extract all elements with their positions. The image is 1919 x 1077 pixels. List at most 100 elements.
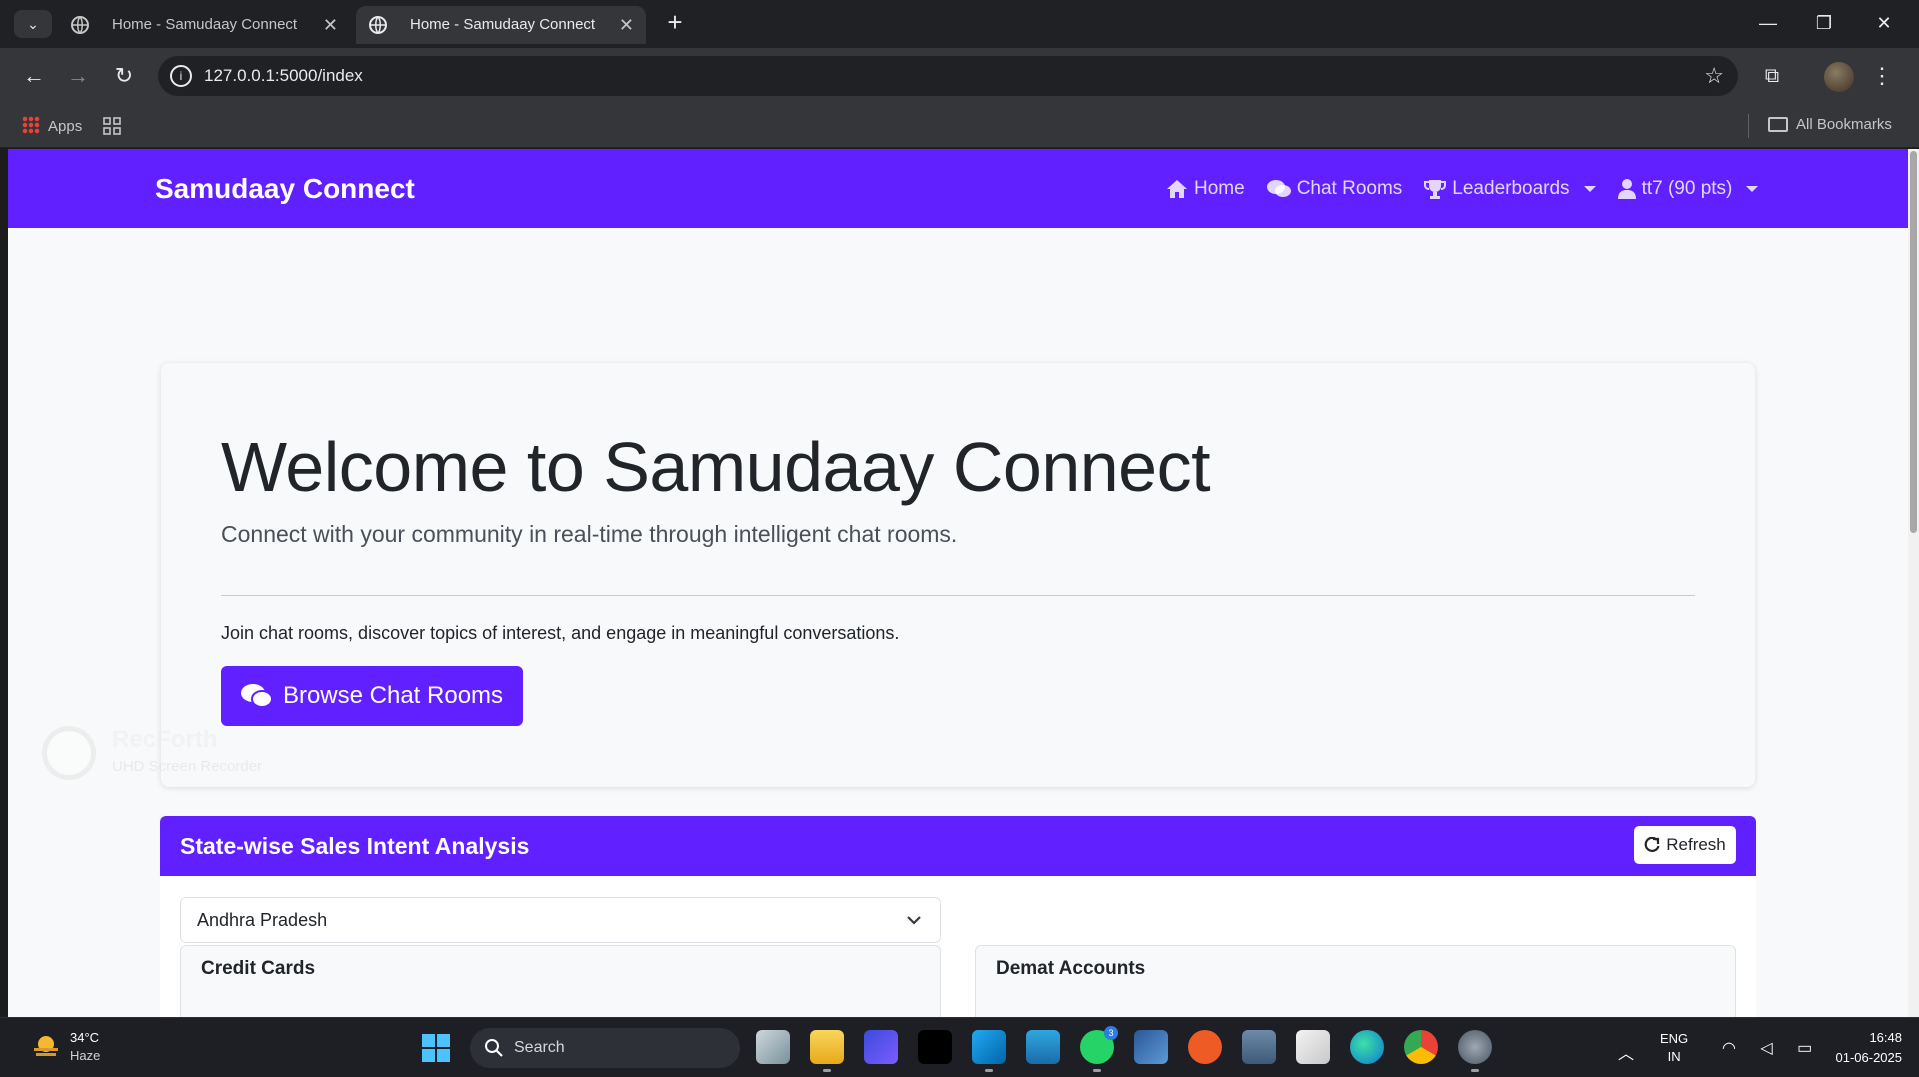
edge-icon[interactable] bbox=[1350, 1030, 1384, 1064]
camera-icon bbox=[42, 726, 96, 780]
weather-condition: Haze bbox=[70, 1048, 101, 1063]
screen-recorder-icon[interactable] bbox=[1458, 1030, 1492, 1072]
comments-icon bbox=[1266, 179, 1291, 197]
refresh-button[interactable]: Refresh bbox=[1634, 826, 1736, 864]
globe-icon bbox=[71, 16, 89, 34]
screen: ⌄ Home - Samudaay Connect ✕ Home - Samud… bbox=[0, 0, 1919, 1077]
sales-card-header: State-wise Sales Intent Analysis Refresh bbox=[160, 816, 1756, 876]
window-close-button[interactable]: ✕ bbox=[1856, 6, 1912, 40]
file-explorer-icon[interactable] bbox=[810, 1030, 844, 1072]
bookmark-apps[interactable]: Apps bbox=[22, 116, 82, 135]
extensions-puzzle-icon[interactable]: ⧉ bbox=[1756, 60, 1788, 92]
credit-cards-header: Credit Cards bbox=[201, 958, 316, 979]
trophy-icon bbox=[1424, 179, 1447, 199]
chrome-icon[interactable] bbox=[1404, 1030, 1438, 1064]
browser-tab-strip: ⌄ Home - Samudaay Connect ✕ Home - Samud… bbox=[0, 0, 1919, 48]
weather-temp: 34°C bbox=[70, 1030, 100, 1045]
nav-user-label: tt7 (90 pts) bbox=[1641, 177, 1733, 199]
notepad-icon[interactable] bbox=[1026, 1030, 1060, 1064]
weather-widget[interactable]: 34°C Haze bbox=[28, 1028, 118, 1068]
tab-title: Home - Samudaay Connect bbox=[410, 16, 596, 33]
app-navbar: Samudaay Connect Home Chat Rooms Leaderb… bbox=[8, 149, 1908, 228]
address-bar[interactable]: i 127.0.0.1:5000/index ☆ bbox=[158, 56, 1738, 96]
brand-logo-text[interactable]: Samudaay Connect bbox=[155, 149, 415, 228]
tab-search-menu-button[interactable]: ⌄ bbox=[14, 10, 52, 38]
browser-tab-1[interactable]: Home - Samudaay Connect ✕ bbox=[58, 6, 350, 44]
home-icon bbox=[1167, 179, 1187, 198]
sales-card-title: State-wise Sales Intent Analysis bbox=[180, 833, 530, 859]
language-indicator[interactable]: ENG IN bbox=[1660, 1030, 1688, 1066]
nav-leaderboards-dropdown[interactable]: Leaderboards bbox=[1424, 177, 1596, 200]
back-arrow-icon[interactable]: ← bbox=[18, 60, 50, 92]
recorder-watermark: RecForth UHD Screen Recorder bbox=[34, 722, 274, 782]
more-menu-icon[interactable]: ⋮ bbox=[1870, 60, 1894, 92]
url-text: 127.0.0.1:5000/index bbox=[204, 66, 363, 85]
vscode-icon[interactable] bbox=[972, 1030, 1006, 1072]
nav-home-label: Home bbox=[1194, 177, 1245, 199]
browser-tab-2[interactable]: Home - Samudaay Connect ✕ bbox=[356, 6, 646, 44]
caret-down-icon bbox=[1583, 185, 1596, 192]
user-icon bbox=[1617, 178, 1636, 199]
caret-down-icon bbox=[1746, 185, 1759, 192]
dark-app-icon[interactable] bbox=[918, 1030, 952, 1064]
tab-groups-icon[interactable] bbox=[102, 116, 122, 136]
whatsapp-badge: 3 bbox=[1104, 1026, 1118, 1040]
nav-chat-rooms-label: Chat Rooms bbox=[1296, 177, 1403, 199]
new-tab-button[interactable]: + bbox=[660, 8, 690, 38]
visual-studio-icon[interactable] bbox=[864, 1030, 898, 1064]
site-info-icon[interactable]: i bbox=[170, 65, 192, 87]
browser-toolbar: ← → ↻ i 127.0.0.1:5000/index ☆ ⧉ ⋮ bbox=[0, 48, 1919, 104]
network-tool-icon[interactable] bbox=[1134, 1030, 1168, 1064]
nav-user-dropdown[interactable]: tt7 (90 pts) bbox=[1617, 177, 1759, 200]
reload-icon[interactable]: ↻ bbox=[108, 60, 140, 92]
globe-icon bbox=[369, 16, 387, 34]
page-scrollbar[interactable] bbox=[1908, 149, 1919, 1017]
restore-button[interactable]: ❐ bbox=[1796, 6, 1852, 40]
hero-lead-text: Connect with your community in real-time… bbox=[221, 521, 958, 547]
chevron-up-icon[interactable]: ︿ bbox=[1618, 1040, 1634, 1064]
demat-accounts-header: Demat Accounts bbox=[996, 958, 1146, 979]
tab-title: Home - Samudaay Connect bbox=[112, 16, 298, 33]
watermark-brand: RecForth bbox=[112, 726, 218, 753]
windows-start-icon[interactable] bbox=[420, 1032, 452, 1064]
taskbar-clock[interactable]: 16:48 01-06-2025 bbox=[1808, 1028, 1903, 1068]
hero-description: Join chat rooms, discover topics of inte… bbox=[221, 623, 900, 643]
clock-date: 01-06-2025 bbox=[1835, 1050, 1903, 1065]
refresh-icon bbox=[1644, 837, 1660, 852]
all-bookmarks-label: All Bookmarks bbox=[1796, 116, 1892, 133]
clock-time: 16:48 bbox=[1869, 1030, 1902, 1045]
minimize-button[interactable]: — bbox=[1740, 6, 1796, 40]
bookmarks-divider bbox=[1748, 114, 1749, 138]
welcome-jumbotron: Welcome to Samudaay Connect Connect with… bbox=[161, 363, 1755, 787]
chevron-down-icon bbox=[907, 916, 921, 925]
bookmark-star-icon[interactable]: ☆ bbox=[1704, 56, 1724, 96]
sales-intent-card: State-wise Sales Intent Analysis Refresh… bbox=[160, 816, 1756, 1017]
forward-arrow-icon[interactable]: → bbox=[62, 60, 94, 92]
nav-chat-rooms[interactable]: Chat Rooms bbox=[1266, 177, 1403, 200]
state-select-value: Andhra Pradesh bbox=[197, 910, 328, 930]
profile-avatar[interactable] bbox=[1824, 62, 1854, 92]
calculator-icon[interactable] bbox=[1242, 1030, 1276, 1064]
whatsapp-icon[interactable]: 3 bbox=[1080, 1026, 1118, 1072]
scrollbar-thumb[interactable] bbox=[1910, 151, 1917, 533]
refresh-label: Refresh bbox=[1666, 835, 1726, 854]
taskbar-search[interactable]: Search bbox=[470, 1028, 740, 1068]
close-icon[interactable]: ✕ bbox=[323, 6, 338, 44]
haze-sun-icon bbox=[34, 1036, 58, 1056]
demat-accounts-card: Demat Accounts bbox=[975, 945, 1736, 1017]
all-bookmarks[interactable]: All Bookmarks bbox=[1768, 116, 1892, 133]
postman-icon[interactable] bbox=[1188, 1030, 1222, 1064]
close-icon[interactable]: ✕ bbox=[619, 6, 634, 44]
task-view-icon[interactable] bbox=[756, 1030, 790, 1064]
nav-home[interactable]: Home bbox=[1166, 178, 1245, 200]
credit-cards-card: Credit Cards bbox=[180, 945, 941, 1017]
search-icon bbox=[485, 1039, 503, 1057]
state-select[interactable]: Andhra Pradesh bbox=[180, 897, 941, 943]
apps-grid-icon bbox=[22, 116, 40, 134]
nav-leaderboards-label: Leaderboards bbox=[1452, 177, 1570, 199]
windows-taskbar: 34°C Haze Search 3 ︿ ENG IN ◠ ◁ ▭ 16:48 … bbox=[0, 1017, 1919, 1077]
ms-store-icon[interactable] bbox=[1296, 1030, 1330, 1064]
comments-icon bbox=[240, 684, 273, 708]
browse-chat-rooms-button[interactable]: Browse Chat Rooms bbox=[221, 666, 523, 726]
page-viewport: Samudaay Connect Home Chat Rooms Leaderb… bbox=[8, 149, 1908, 1017]
